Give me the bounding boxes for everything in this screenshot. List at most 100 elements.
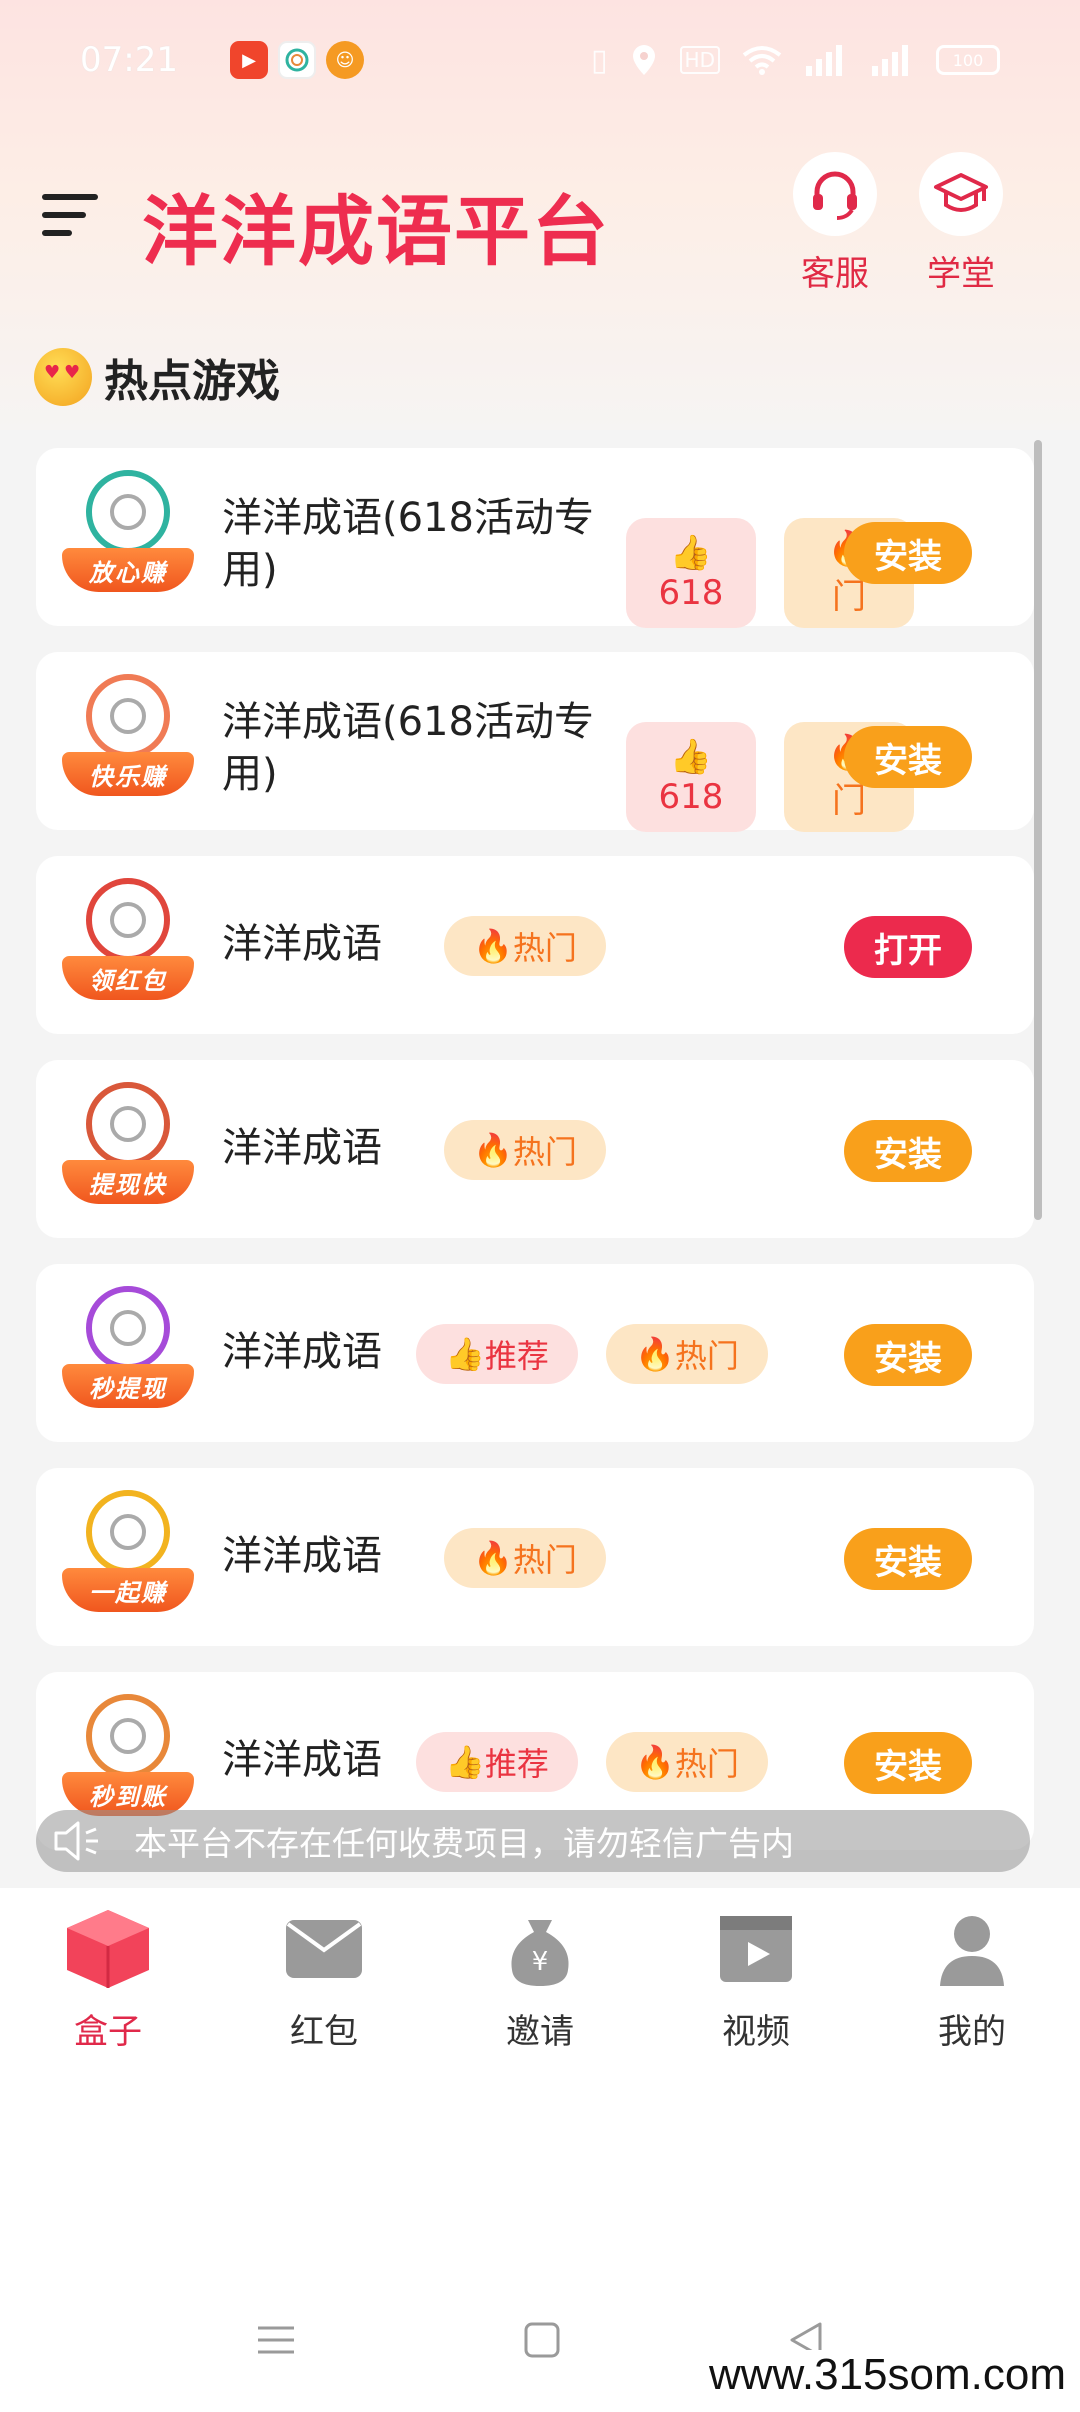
recommend-tag: 👍 推荐 (416, 1732, 578, 1792)
hd-icon: HD (679, 46, 720, 74)
open-button[interactable]: 打开 (844, 916, 972, 978)
hot-tag: 🔥 热门 (444, 1528, 606, 1588)
recent-apps-icon[interactable] (256, 2320, 296, 2360)
game-badge: 一起赚 (62, 1568, 194, 1612)
bot-app-icon: ☺ (326, 41, 364, 79)
hot-tag: 🔥 热门 (444, 916, 606, 976)
recommend-tag: 👍 618 (626, 722, 756, 832)
spiral-logo-icon (86, 470, 170, 554)
location-icon (632, 45, 655, 75)
game-name: 洋洋成语 (222, 1737, 382, 1783)
game-list[interactable]: 放心赚 洋洋成语(618活动专 用) 👍 618 🔥 门 安装 快乐赚 洋洋成语… (0, 440, 1080, 1880)
hot-tag-label: 热门 (512, 929, 577, 967)
game-card[interactable]: 快乐赚 洋洋成语(618活动专 用) 👍 618 🔥 门 安装 (36, 652, 1034, 832)
spiral-logo-icon (86, 674, 170, 758)
game-name: 洋洋成语(618活动专 用) (222, 696, 594, 800)
game-logo: 秒提现 (62, 1286, 194, 1420)
heart-eyes-emoji-icon (34, 348, 92, 406)
notice-text: 本平台不存在任何收费项目，请勿轻信广告内 (134, 1824, 794, 1863)
fire-icon: 🔥 (635, 1335, 675, 1373)
tab-label: 视频 (722, 2012, 790, 2052)
game-card[interactable]: 放心赚 洋洋成语(618活动专 用) 👍 618 🔥 门 安装 (36, 448, 1034, 628)
yy-app-icon (278, 41, 316, 79)
user-icon (940, 1916, 1004, 1986)
install-button[interactable]: 安装 (844, 1732, 972, 1794)
tab-label: 红包 (290, 2012, 358, 2052)
academy-label: 学堂 (927, 254, 995, 294)
spiral-logo-icon (86, 1694, 170, 1778)
home-icon[interactable] (522, 2320, 562, 2360)
spiral-logo-icon (86, 878, 170, 962)
recommend-tag-label: 618 (658, 573, 724, 613)
headset-icon (793, 152, 877, 236)
install-button[interactable]: 安装 (844, 1528, 972, 1590)
tab-profile[interactable]: 我的 (864, 1888, 1080, 2052)
status-time: 07:21 (80, 40, 178, 80)
tab-invite[interactable]: ¥ 邀请 (432, 1888, 648, 2052)
notice-banner[interactable]: 本平台不存在任何收费项目，请勿轻信广告内 (36, 1810, 1030, 1872)
signal-icon (872, 45, 908, 76)
spiral-logo-icon (86, 1490, 170, 1574)
wifi-icon (742, 46, 782, 75)
envelope-icon (286, 1920, 362, 1978)
recommend-tag-label: 推荐 (484, 1337, 549, 1375)
scrollbar[interactable] (1034, 440, 1042, 1220)
tab-red-packet[interactable]: 红包 (216, 1888, 432, 2052)
vibrate-icon: ▯ (591, 42, 608, 78)
game-card[interactable]: 提现快 洋洋成语 🔥 热门 安装 (36, 1060, 1034, 1238)
speaker-icon (54, 1821, 98, 1861)
tab-video[interactable]: 视频 (648, 1888, 864, 2052)
section-title: 热点游戏 (104, 356, 280, 407)
status-indicators: ▯ HD 100 (591, 43, 1000, 78)
hot-tag: 🔥 热门 (606, 1732, 768, 1792)
graduation-cap-icon (919, 152, 1003, 236)
install-button[interactable]: 安装 (844, 1324, 972, 1386)
game-name: 洋洋成语(618活动专 用) (222, 492, 594, 596)
game-badge: 秒提现 (62, 1364, 194, 1408)
game-logo: 一起赚 (62, 1490, 194, 1624)
svg-text:¥: ¥ (532, 1947, 549, 1977)
install-button[interactable]: 安装 (844, 1120, 972, 1182)
status-bar: 07:21 ▶ ☺ ▯ HD 100 (0, 0, 1080, 120)
install-button[interactable]: 安装 (844, 726, 972, 788)
install-button[interactable]: 安装 (844, 522, 972, 584)
menu-icon[interactable] (42, 190, 102, 240)
recommend-tag-label: 618 (658, 777, 724, 817)
hot-tag-label: 热门 (512, 1133, 577, 1171)
signal-icon (806, 45, 842, 76)
game-name-line: 洋洋成语(618活动专 (222, 495, 594, 541)
game-card[interactable]: 秒提现 洋洋成语 👍 推荐 🔥 热门 安装 (36, 1264, 1034, 1442)
fire-icon: 🔥 (473, 1539, 513, 1577)
game-card[interactable]: 一起赚 洋洋成语 🔥 热门 安装 (36, 1468, 1034, 1646)
video-app-icon: ▶ (230, 41, 268, 79)
hot-tag: 🔥 热门 (606, 1324, 768, 1384)
customer-service-label: 客服 (801, 254, 869, 294)
tab-box[interactable]: 盒子 (0, 1888, 216, 2052)
recommend-tag: 👍 推荐 (416, 1324, 578, 1384)
game-name-line: 用) (222, 547, 278, 593)
spiral-logo-icon (86, 1082, 170, 1166)
game-card[interactable]: 领红包 洋洋成语 🔥 热门 打开 (36, 856, 1034, 1034)
video-icon (720, 1916, 792, 1982)
box-icon (67, 1910, 149, 1988)
fire-icon: 🔥 (473, 927, 513, 965)
game-badge: 领红包 (62, 956, 194, 1000)
spiral-logo-icon (86, 1286, 170, 1370)
battery-indicator: 100 (936, 45, 1000, 75)
app-title: 洋洋成语平台 (142, 187, 610, 276)
fire-icon: 🔥 (473, 1131, 513, 1169)
recommend-tag: 👍 618 (626, 518, 756, 628)
academy-button[interactable]: 学堂 (916, 152, 1006, 295)
game-name: 洋洋成语 (222, 1125, 382, 1171)
hot-tag-label: 热门 (512, 1541, 577, 1579)
customer-service-button[interactable]: 客服 (790, 152, 880, 295)
tab-label: 邀请 (506, 2012, 574, 2052)
recommend-tag-label: 推荐 (484, 1745, 549, 1783)
game-badge: 放心赚 (62, 548, 194, 592)
tab-label: 盒子 (74, 2012, 142, 2052)
game-name-line: 用) (222, 751, 278, 797)
thumbs-up-icon: 👍 (669, 533, 713, 573)
game-name: 洋洋成语 (222, 921, 382, 967)
game-logo: 领红包 (62, 878, 194, 1012)
game-logo: 放心赚 (62, 470, 194, 604)
